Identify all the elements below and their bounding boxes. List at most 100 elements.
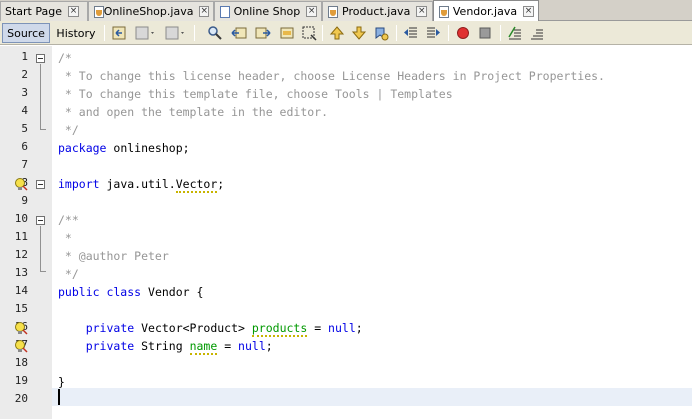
code-line: /*: [58, 51, 72, 65]
fold-toggle-icon[interactable]: [36, 54, 45, 63]
tab-label: Product.java: [342, 5, 411, 18]
code-text: onlineshop;: [106, 141, 190, 155]
tab-label: Start Page: [5, 5, 62, 18]
text-caret: [58, 389, 60, 405]
java-file-icon: [438, 5, 450, 18]
code-line: * To change this license header, choose …: [58, 69, 605, 83]
find-next-icon[interactable]: [254, 24, 272, 42]
previous-bookmark-icon[interactable]: [328, 24, 346, 42]
code-text: String: [134, 339, 190, 353]
lightbulb-warning-icon[interactable]: [14, 321, 28, 335]
lightbulb-warning-icon[interactable]: [14, 177, 28, 191]
editor-tab-bar: Start Page × OnlineShop.java × Online Sh…: [0, 0, 692, 22]
code-line: private Vector<Product> products = null;: [58, 319, 363, 337]
code-text: ;: [355, 321, 363, 335]
close-icon[interactable]: ×: [416, 6, 428, 17]
code-text: Vector<Product>: [134, 321, 252, 335]
keyword: public class: [58, 285, 142, 299]
shift-right-icon[interactable]: [424, 24, 442, 42]
start-macro-recording-icon[interactable]: [454, 24, 472, 42]
toggle-bookmark-icon[interactable]: [372, 24, 390, 42]
line-number: 6: [21, 140, 28, 153]
line-number: 13: [14, 266, 28, 279]
line-number: 15: [14, 302, 28, 315]
last-edit-icon[interactable]: [110, 24, 128, 42]
field-products[interactable]: products: [251, 321, 308, 337]
code-line: private String name = null;: [58, 337, 273, 355]
current-line-highlight: [52, 388, 692, 406]
tab-vendor-java[interactable]: Vendor.java ×: [433, 0, 539, 22]
line-number: 20: [14, 392, 28, 405]
java-file-icon: [93, 5, 104, 18]
fold-guide: [40, 226, 41, 271]
line-number: 3: [21, 86, 28, 99]
keyword: import: [58, 177, 100, 191]
stop-macro-recording-icon[interactable]: [476, 24, 494, 42]
line-number: 5: [21, 122, 28, 135]
java-file-icon: [327, 5, 339, 18]
code-text: java.util.: [99, 177, 176, 191]
code-line: /**: [58, 213, 79, 227]
code-text: ;: [265, 339, 273, 353]
history-button[interactable]: History: [52, 23, 100, 43]
keyword: package: [58, 141, 107, 155]
code-text: =: [217, 339, 239, 353]
tab-label: OnlineShop.java: [103, 5, 194, 18]
line-number: 9: [21, 194, 28, 207]
line-number: 10: [14, 212, 28, 225]
tab-label: Vendor.java: [452, 5, 518, 18]
fold-guide: [40, 64, 41, 129]
code-line: import java.util.Vector;: [58, 175, 224, 193]
close-icon[interactable]: ×: [523, 6, 534, 17]
line-number-gutter: 1 2 3 4 5 6 7 8 9 10 11 12 13 14 15 16 1…: [0, 46, 52, 419]
rectangular-selection-icon[interactable]: [300, 24, 318, 42]
unused-import-warning[interactable]: Vector: [175, 177, 218, 193]
comment-icon[interactable]: [506, 24, 524, 42]
line-number: 12: [14, 248, 28, 261]
code-line: package onlineshop;: [58, 139, 190, 157]
forward-icon[interactable]: [164, 24, 188, 42]
line-number: 1: [21, 50, 28, 63]
fold-toggle-icon[interactable]: [36, 180, 45, 189]
back-icon[interactable]: [134, 24, 158, 42]
keyword: private: [85, 321, 135, 335]
tab-product-java[interactable]: Product.java ×: [322, 1, 433, 21]
code-text: Vendor {: [141, 285, 204, 299]
find-icon[interactable]: [206, 24, 224, 42]
code-line: *: [58, 231, 72, 245]
code-line: * @author Peter: [58, 249, 169, 263]
fold-end: [40, 129, 46, 130]
close-icon[interactable]: ×: [306, 6, 317, 17]
code-text: ;: [217, 177, 225, 191]
source-button[interactable]: Source: [2, 23, 50, 43]
code-line: public class Vendor {: [58, 283, 203, 301]
keyword: private: [85, 339, 135, 353]
tab-online-shop[interactable]: Online Shop ×: [214, 1, 322, 21]
code-line: * To change this template file, choose T…: [58, 87, 453, 101]
code-text: =: [307, 321, 329, 335]
next-bookmark-icon[interactable]: [350, 24, 368, 42]
tab-start-page[interactable]: Start Page ×: [0, 1, 88, 21]
line-number: 18: [14, 356, 28, 369]
tab-onlineshop-java[interactable]: OnlineShop.java ×: [88, 1, 214, 21]
fold-toggle-icon[interactable]: [36, 216, 45, 225]
close-icon[interactable]: ×: [68, 6, 79, 17]
field-name[interactable]: name: [189, 339, 218, 355]
editor-toolbar: Source History: [0, 21, 692, 45]
shift-left-icon[interactable]: [402, 24, 420, 42]
code-line: */: [58, 123, 79, 137]
line-number: 14: [14, 284, 28, 297]
line-number: 4: [21, 104, 28, 117]
line-number: 2: [21, 68, 28, 81]
lightbulb-warning-icon[interactable]: [14, 339, 28, 353]
tab-label: Online Shop: [233, 5, 301, 18]
code-line: * and open the template in the editor.: [58, 105, 329, 119]
close-icon[interactable]: ×: [199, 6, 209, 17]
toggle-highlight-icon[interactable]: [278, 24, 296, 42]
uncomment-icon[interactable]: [528, 24, 546, 42]
keyword: null: [328, 321, 356, 335]
code-editor[interactable]: 1 2 3 4 5 6 7 8 9 10 11 12 13 14 15 16 1…: [0, 46, 692, 419]
find-previous-icon[interactable]: [230, 24, 248, 42]
